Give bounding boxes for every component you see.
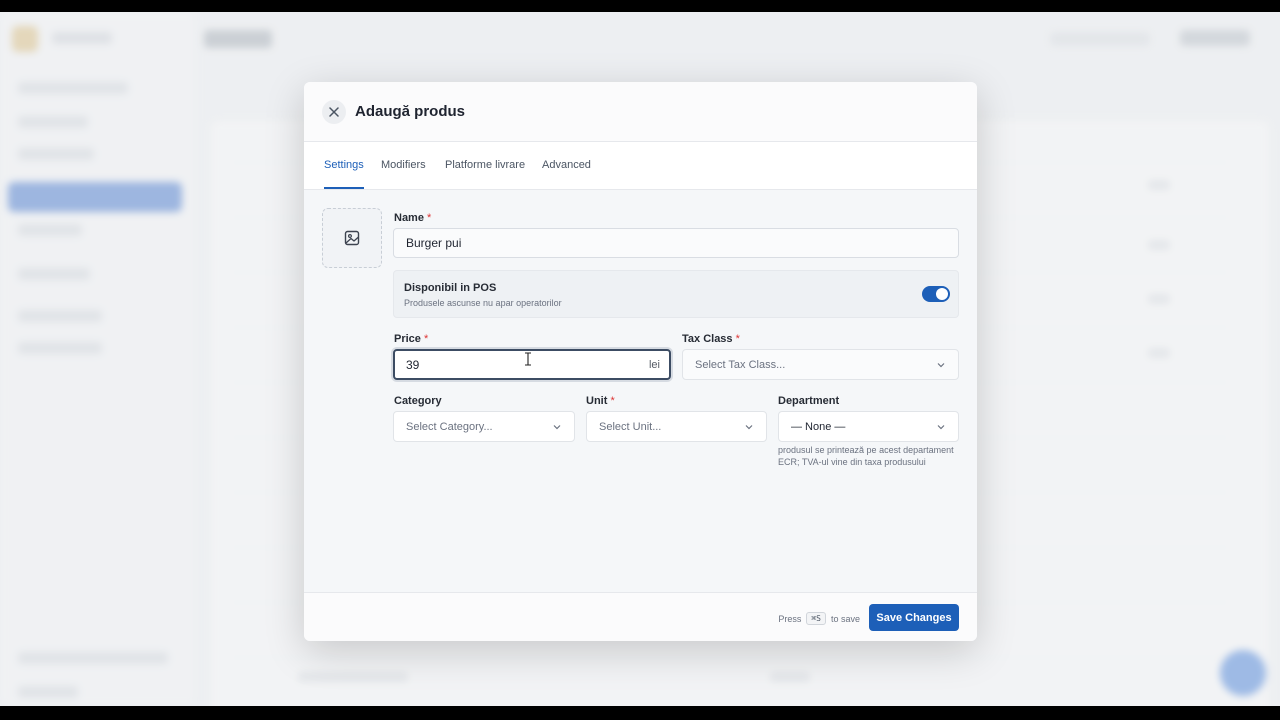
dialog-footer: Press ⌘S to save Save Changes [304, 592, 977, 641]
department-select[interactable]: — None — [778, 411, 959, 442]
unit-label: Unit * [586, 395, 615, 407]
name-input-value: Burger pui [406, 236, 462, 250]
pos-toggle-title: Disponibil in POS [404, 282, 497, 294]
add-product-dialog: Adaugă produs Settings Modifiers Platfor… [304, 82, 977, 641]
department-label: Department [778, 395, 839, 407]
price-input-value: 39 [406, 357, 420, 372]
app-frame: Adaugă produs Settings Modifiers Platfor… [0, 12, 1280, 706]
hint-suffix: to save [830, 613, 860, 624]
tab-platforme-livrare[interactable]: Platforme livrare [445, 159, 525, 171]
hint-prefix: Press [778, 613, 802, 624]
tax-class-placeholder: Select Tax Class... [695, 358, 786, 371]
department-value: — None — [791, 420, 846, 433]
required-mark: * [610, 395, 615, 407]
category-label-text: Category [394, 395, 442, 407]
text-cursor-icon [525, 352, 531, 366]
chevron-down-icon [553, 424, 561, 429]
tab-modifiers[interactable]: Modifiers [381, 159, 426, 171]
close-icon [329, 107, 339, 117]
tab-bar: Settings Modifiers Platforme livrare Adv… [304, 142, 977, 190]
department-helper-text: produsul se printează pe acest departame… [778, 445, 954, 467]
department-label-text: Department [778, 395, 840, 407]
chevron-down-icon [937, 424, 945, 429]
required-mark: * [427, 212, 432, 224]
image-icon [344, 230, 360, 246]
tab-settings[interactable]: Settings [324, 159, 364, 171]
unit-select[interactable]: Select Unit... [586, 411, 767, 442]
name-label: Name * [394, 212, 431, 224]
pos-toggle-subtitle: Produsele ascunse nu apar operatorilor [404, 298, 562, 308]
price-label-text: Price [394, 333, 421, 345]
name-label-text: Name [394, 212, 424, 224]
product-image-upload[interactable] [322, 208, 382, 268]
name-input[interactable]: Burger pui [393, 228, 959, 258]
save-changes-button[interactable]: Save Changes [869, 604, 959, 631]
pos-available-toggle[interactable] [922, 286, 950, 302]
unit-label-text: Unit [586, 395, 608, 407]
keyboard-shortcut: ⌘S [806, 612, 826, 625]
price-input[interactable]: 39 lei [393, 349, 671, 380]
tax-class-select[interactable]: Select Tax Class... [682, 349, 959, 380]
dialog-header: Adaugă produs [304, 82, 977, 142]
tab-advanced[interactable]: Advanced [542, 159, 591, 171]
category-select[interactable]: Select Category... [393, 411, 575, 442]
pos-availability-card: Disponibil in POS Produsele ascunse nu a… [393, 270, 959, 318]
close-button[interactable] [322, 100, 346, 124]
required-mark: * [423, 333, 429, 345]
price-label: Price * [394, 333, 428, 345]
chevron-down-icon [937, 362, 945, 367]
tax-class-label: Tax Class * [682, 333, 740, 345]
active-tab-indicator [324, 187, 364, 189]
tax-class-label-text: Tax Class [682, 333, 733, 345]
unit-placeholder: Select Unit... [599, 420, 662, 433]
required-mark: * [735, 333, 740, 345]
settings-form: Name * Burger pui Disponibil in POS Prod… [304, 190, 977, 592]
category-label: Category [394, 395, 442, 407]
chevron-down-icon [745, 424, 753, 429]
currency-suffix: lei [648, 358, 660, 371]
category-placeholder: Select Category... [406, 420, 493, 433]
dialog-title: Adaugă produs [355, 103, 466, 120]
save-shortcut-hint: Press ⌘S to save [778, 612, 860, 625]
